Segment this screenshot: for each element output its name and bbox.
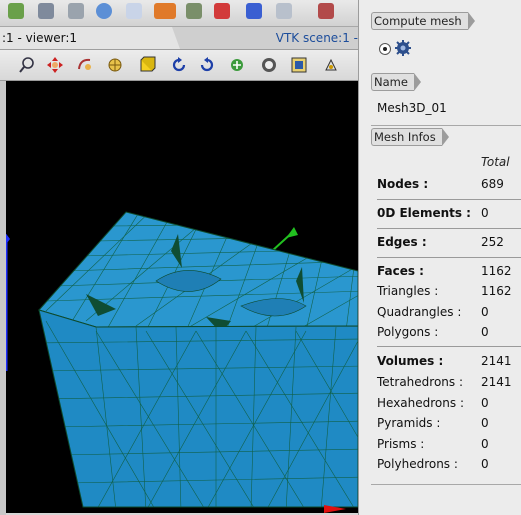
info-value: 1162 — [481, 264, 512, 278]
info-row-polyhedrons: Polyhedrons : 0 — [377, 455, 517, 473]
info-label: Tetrahedrons : — [377, 375, 463, 389]
info-label: Polygons : — [377, 325, 439, 339]
mesh-info-panel: Compute mesh Name Mesh3D_01 Mesh Infos T… — [358, 0, 521, 515]
hypothesis-icon[interactable] — [68, 3, 84, 19]
info-label: Quadrangles : — [377, 305, 462, 319]
smesh-icon[interactable] — [154, 3, 176, 19]
info-label: Edges : — [377, 235, 427, 249]
compute-mesh-label: Compute mesh — [371, 12, 475, 30]
mesh-tool-icon[interactable] — [8, 3, 24, 19]
trihedron-icon[interactable] — [322, 56, 340, 74]
mesh-infos-label: Mesh Infos — [371, 128, 449, 146]
info-row-volumes: Volumes : 2141 — [377, 352, 517, 370]
info-row-hexahedrons: Hexahedrons : 0 — [377, 394, 517, 412]
info-row-tetrahedrons: Tetrahedrons : 2141 — [377, 373, 517, 391]
axis-y-arrow — [286, 227, 298, 238]
info-value: 0 — [481, 325, 489, 339]
row-separator — [377, 257, 521, 258]
dump-view-icon[interactable] — [260, 56, 278, 74]
sphere-icon[interactable] — [96, 3, 112, 19]
info-value: 2141 — [481, 375, 512, 389]
info-row-quadrangles: Quadrangles : 0 — [377, 303, 517, 321]
pan-icon[interactable] — [46, 56, 64, 74]
wave-icon[interactable] — [126, 3, 142, 19]
info-row-faces: Faces : 1162 — [377, 262, 517, 280]
info-label: Volumes : — [377, 354, 444, 368]
row-separator — [377, 346, 521, 347]
tab-vtk-scene[interactable]: VTK scene:1 - — [186, 27, 358, 49]
info-row-edges: Edges : 252 — [377, 233, 517, 251]
info-value: 0 — [481, 457, 489, 471]
reset-view-icon[interactable] — [228, 56, 246, 74]
info-label: Hexahedrons : — [377, 396, 464, 410]
info-row-nodes: Nodes : 689 — [377, 175, 517, 193]
bars-icon[interactable] — [246, 3, 262, 19]
arrow-icon[interactable] — [214, 3, 230, 19]
3d-viewport[interactable] — [6, 81, 358, 513]
tool-icon[interactable] — [318, 3, 334, 19]
lpx-icon[interactable] — [276, 3, 292, 19]
tab-occ-viewer[interactable]: :1 - viewer:1 — [0, 27, 180, 49]
info-row-pyramids: Pyramids : 0 — [377, 414, 517, 432]
gear-icon[interactable] — [395, 40, 411, 56]
row-separator — [377, 228, 521, 229]
rotate-ccw-icon[interactable] — [170, 56, 188, 74]
curve-icon[interactable] — [186, 3, 202, 19]
info-row-polygons: Polygons : 0 — [377, 323, 517, 341]
mesh-scene[interactable] — [6, 81, 358, 513]
info-value: 252 — [481, 235, 504, 249]
viewer-toolbar — [0, 50, 358, 81]
rotate-cw-icon[interactable] — [198, 56, 216, 74]
info-label: Nodes : — [377, 177, 429, 191]
viewer-tab-bar: :1 - viewer:1 VTK scene:1 - — [0, 27, 358, 50]
name-divider — [371, 125, 521, 126]
total-column-header: Total — [481, 155, 510, 169]
info-label: Faces : — [377, 264, 424, 278]
info-value: 0 — [481, 206, 489, 220]
info-label: Prisms : — [377, 437, 425, 451]
clipping-icon[interactable] — [290, 56, 308, 74]
compute-radio[interactable] — [379, 43, 391, 55]
mesh-name: Mesh3D_01 — [377, 101, 447, 115]
info-row-triangles: Triangles : 1162 — [377, 282, 517, 300]
info-value: 1162 — [481, 284, 512, 298]
info-label: Pyramids : — [377, 416, 441, 430]
info-row-prisms: Prisms : 0 — [377, 435, 517, 453]
info-value: 689 — [481, 177, 504, 191]
info-row-0d-elements: 0D Elements : 0 — [377, 204, 517, 222]
export-icon[interactable] — [38, 3, 54, 19]
info-label: Polyhedrons : — [377, 457, 458, 471]
mesh-top-face — [38, 211, 358, 328]
rotate-icon[interactable] — [76, 56, 94, 74]
row-separator — [377, 199, 521, 200]
info-label: Triangles : — [377, 284, 439, 298]
panel-bottom-divider — [371, 484, 521, 485]
main-toolbar — [0, 0, 358, 27]
fit-all-icon[interactable] — [138, 56, 156, 74]
info-label: 0D Elements : — [377, 206, 471, 220]
info-value: 0 — [481, 396, 489, 410]
zoom-icon[interactable] — [18, 56, 36, 74]
info-value: 0 — [481, 437, 489, 451]
name-section-label: Name — [371, 73, 421, 91]
info-value: 0 — [481, 305, 489, 319]
info-value: 0 — [481, 416, 489, 430]
info-value: 2141 — [481, 354, 512, 368]
global-pan-icon[interactable] — [106, 56, 124, 74]
